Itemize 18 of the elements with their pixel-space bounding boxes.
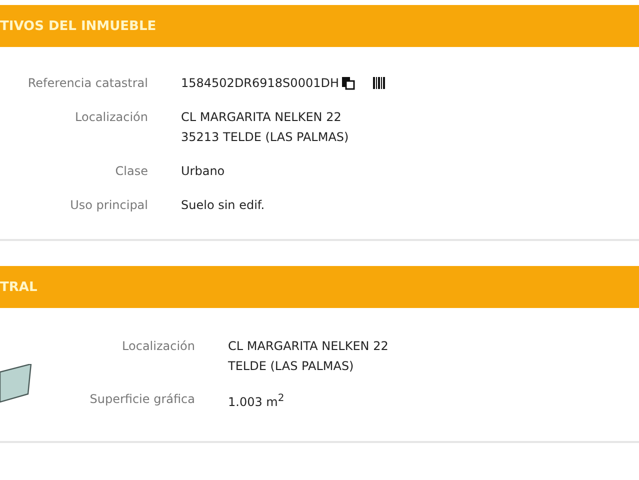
field-label: Clase [114, 163, 148, 180]
section-title: TRAL [0, 280, 38, 294]
field-value: 1.003 m$^{2}$ [228, 392, 284, 411]
field-value: 1584502DR6918S0001DH [181, 75, 339, 92]
field-label: Localización [74, 109, 148, 126]
field-value: 35213 TELDE (LAS PALMAS) [181, 129, 349, 146]
field-label: Localización [121, 338, 195, 355]
field-label: Superficie gráfica [88, 391, 195, 408]
field-label: Uso principal [69, 197, 148, 214]
copy-icon[interactable] [340, 76, 355, 90]
field-value: Suelo sin edif. [181, 197, 265, 214]
field-value: CL MARGARITA NELKEN 22 [228, 338, 388, 355]
field-label: Referencia catastral [26, 75, 148, 92]
section-title: TIVOS DEL INMUEBLE [0, 18, 156, 34]
barcode-icon[interactable] [372, 76, 386, 90]
field-value: CL MARGARITA NELKEN 22 [181, 109, 342, 126]
field-value: Urbano [181, 163, 225, 180]
field-value: TELDE (LAS PALMAS) [228, 358, 355, 375]
